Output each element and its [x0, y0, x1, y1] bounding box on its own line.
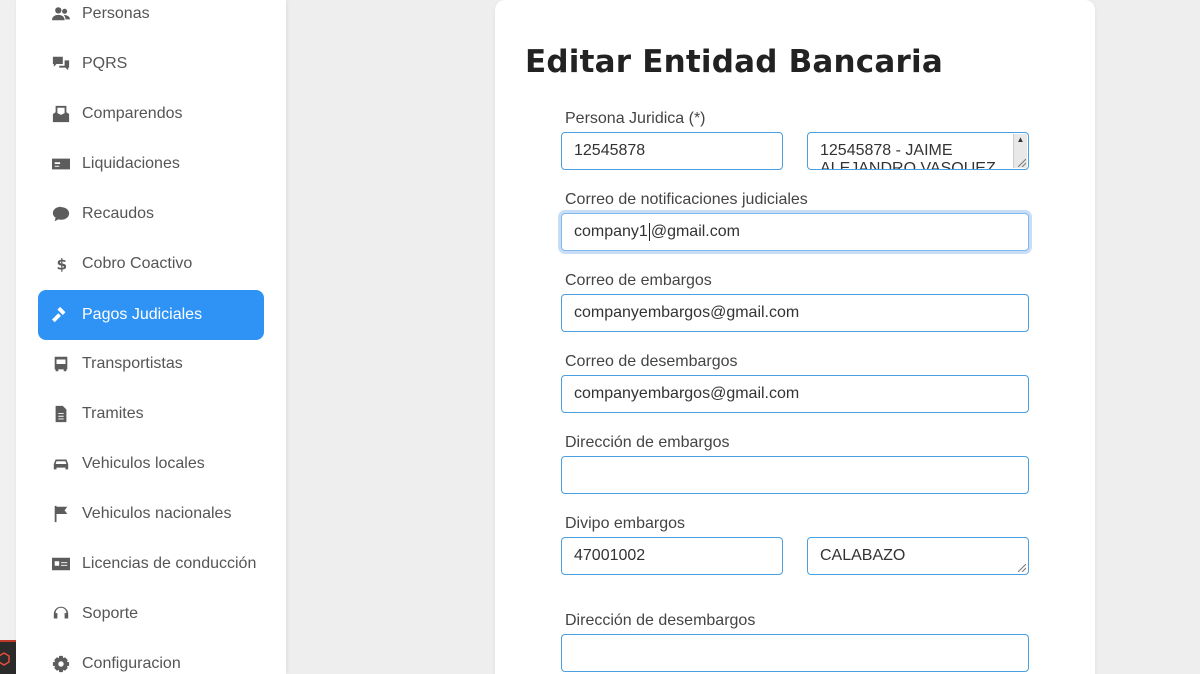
persona-juridica-name-textarea[interactable]: 12545878 - JAIME ALEJANDRO VASQUEZ ▲ [807, 132, 1029, 170]
resize-grip-icon[interactable] [1018, 159, 1026, 167]
sidebar-item-label: Soporte [82, 605, 139, 622]
sidebar-item-label: Personas [82, 5, 150, 22]
sidebar-item-label: Configuracion [82, 655, 181, 672]
inbox-icon [50, 103, 72, 125]
svg-text:$: $ [57, 255, 68, 273]
cube-icon [0, 652, 10, 666]
sidebar-item-label: PQRS [82, 55, 128, 72]
divipo-embargos-name-textarea[interactable]: CALABAZO [807, 537, 1029, 575]
app-logo-badge [0, 640, 16, 674]
sidebar-item-transportistas[interactable]: Transportistas [38, 339, 264, 389]
bus-icon [50, 353, 72, 375]
sidebar-item-label: Tramites [82, 405, 144, 422]
comment-dollar-icon [50, 203, 72, 225]
edit-bank-entity-form: Editar Entidad Bancaria Persona Juridica… [495, 0, 1095, 674]
sidebar-item-label: Liquidaciones [82, 155, 180, 172]
sidebar-item-label: Comparendos [82, 105, 183, 122]
correo-embargos-label: Correo de embargos [565, 272, 712, 289]
sidebar-item-cobro-coactivo[interactable]: $ Cobro Coactivo [38, 239, 264, 289]
direccion-desembargos-label: Dirección de desembargos [565, 612, 756, 629]
sidebar-item-tramites[interactable]: Tramites [38, 389, 264, 439]
money-bill-icon [50, 153, 72, 175]
divipo-embargos-code-input[interactable]: 47001002 [561, 537, 783, 575]
persona-juridica-label: Persona Juridica (*) [565, 110, 706, 127]
correo-desembargos-input[interactable]: companyembargos@gmail.com [561, 375, 1029, 413]
flag-icon [50, 503, 72, 525]
resize-grip-icon[interactable] [1018, 564, 1026, 572]
sidebar-item-pqrs[interactable]: PQRS [38, 39, 264, 89]
gavel-icon [50, 304, 72, 326]
correo-notificaciones-label: Correo de notificaciones judiciales [565, 191, 808, 208]
id-card-icon [50, 553, 72, 575]
sidebar-item-licencias[interactable]: Licencias de conducción [38, 539, 264, 589]
sidebar-item-recaudos[interactable]: Recaudos [38, 189, 264, 239]
sidebar-item-comparendos[interactable]: Comparendos [38, 89, 264, 139]
sidebar-item-label: Pagos Judiciales [82, 306, 203, 323]
sidebar-item-personas[interactable]: Personas [38, 0, 264, 39]
sidebar: Personas PQRS Comparendos Liquidaciones … [16, 0, 286, 674]
users-icon [50, 3, 72, 25]
left-edge-strip [0, 0, 16, 674]
headset-icon [50, 603, 72, 625]
chat-icon [50, 53, 72, 75]
gear-icon [50, 653, 72, 674]
direccion-embargos-label: Dirección de embargos [565, 434, 730, 451]
sidebar-item-label: Vehiculos nacionales [82, 505, 232, 522]
file-icon [50, 403, 72, 425]
sidebar-item-vehiculos-nacionales[interactable]: Vehiculos nacionales [38, 489, 264, 539]
persona-juridica-id-input[interactable]: 12545878 [561, 132, 783, 170]
dollar-icon: $ [50, 253, 72, 275]
scroll-up-icon[interactable]: ▲ [1014, 134, 1027, 146]
car-icon [50, 453, 72, 475]
correo-notificaciones-input[interactable]: company1 @gmail.com [561, 213, 1029, 251]
page-title: Editar Entidad Bancaria [525, 44, 943, 80]
sidebar-item-label: Transportistas [82, 355, 183, 372]
sidebar-item-label: Licencias de conducción [82, 555, 257, 572]
sidebar-item-label: Vehiculos locales [82, 455, 205, 472]
sidebar-item-label: Recaudos [82, 205, 155, 222]
sidebar-item-liquidaciones[interactable]: Liquidaciones [38, 139, 264, 189]
direccion-desembargos-input[interactable] [561, 634, 1029, 672]
direccion-embargos-input[interactable] [561, 456, 1029, 494]
sidebar-item-pagos-judiciales[interactable]: Pagos Judiciales [38, 290, 264, 340]
correo-desembargos-label: Correo de desembargos [565, 353, 738, 370]
sidebar-item-soporte[interactable]: Soporte [38, 589, 264, 639]
text-cursor [648, 222, 650, 241]
sidebar-item-label: Cobro Coactivo [82, 255, 193, 272]
correo-embargos-input[interactable]: companyembargos@gmail.com [561, 294, 1029, 332]
divipo-embargos-label: Divipo embargos [565, 515, 686, 532]
sidebar-item-vehiculos-locales[interactable]: Vehiculos locales [38, 439, 264, 489]
sidebar-item-configuracion[interactable]: Configuracion [38, 639, 264, 674]
